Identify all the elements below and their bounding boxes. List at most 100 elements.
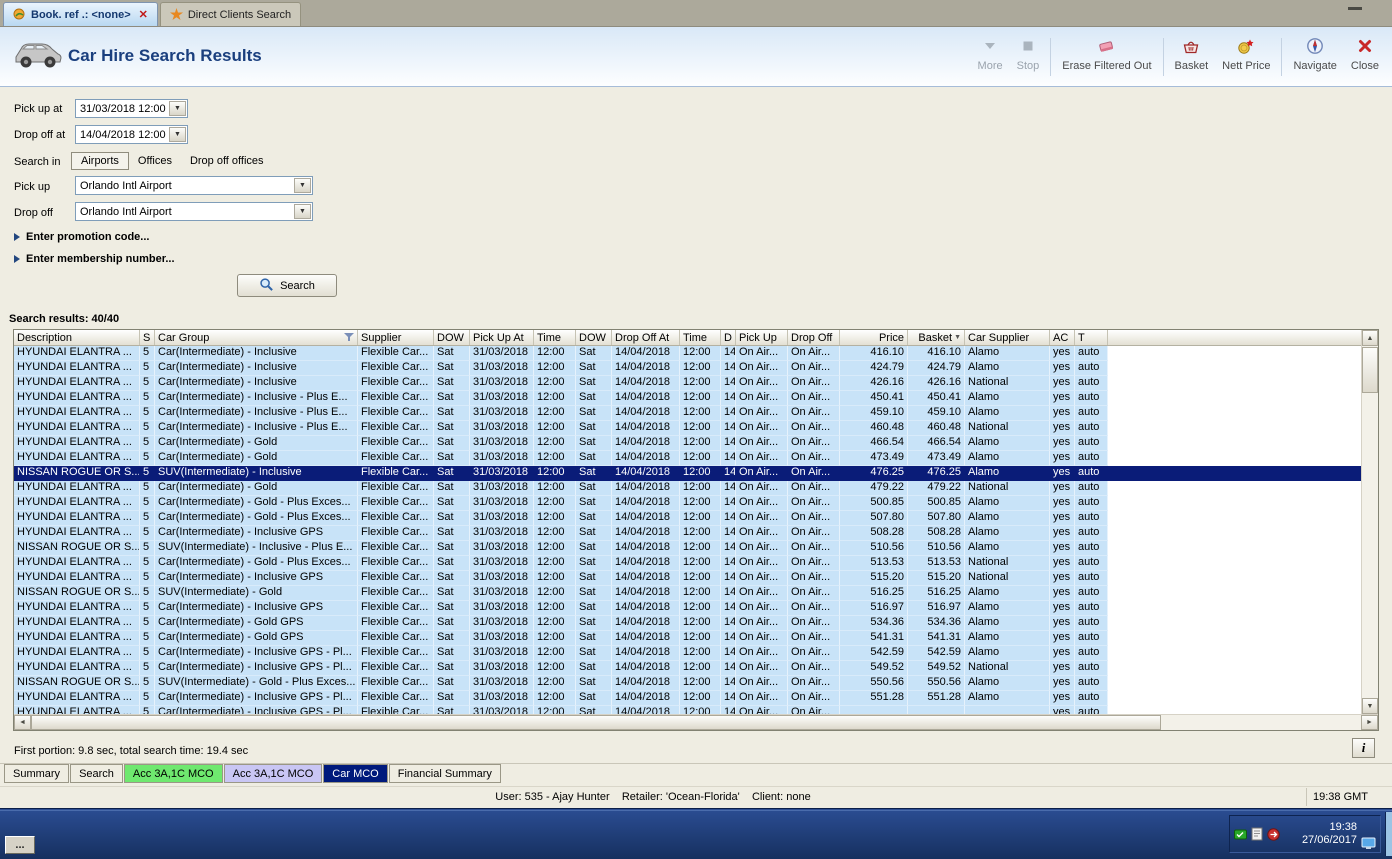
- result-row[interactable]: HYUNDAI ELANTRA ...5Car(Intermediate) - …: [14, 406, 1361, 421]
- cell: HYUNDAI ELANTRA ...: [14, 481, 140, 496]
- column-header[interactable]: D: [721, 330, 736, 345]
- column-header[interactable]: T: [1075, 330, 1108, 345]
- scroll-down-icon[interactable]: ▼: [1362, 698, 1378, 714]
- result-row[interactable]: HYUNDAI ELANTRA ...5Car(Intermediate) - …: [14, 556, 1361, 571]
- result-row[interactable]: NISSAN ROGUE OR S...5SUV(Intermediate) -…: [14, 586, 1361, 601]
- tab-airports[interactable]: Airports: [71, 152, 129, 170]
- column-header-label: S: [143, 332, 150, 344]
- chevron-down-icon[interactable]: ▼: [169, 127, 186, 142]
- result-row-selected[interactable]: NISSAN ROGUE OR S...5SUV(Intermediate) -…: [14, 466, 1361, 481]
- basket-button[interactable]: Basket: [1168, 30, 1216, 84]
- result-row[interactable]: HYUNDAI ELANTRA ...5Car(Intermediate) - …: [14, 421, 1361, 436]
- scroll-right-icon[interactable]: ►: [1361, 715, 1378, 730]
- tab-offices[interactable]: Offices: [129, 153, 181, 169]
- membership-number-expander[interactable]: Enter membership number...: [14, 253, 175, 265]
- column-header[interactable]: DOW: [576, 330, 612, 345]
- chevron-down-icon[interactable]: ▼: [294, 204, 311, 219]
- cell: 500.85: [840, 496, 908, 511]
- result-row[interactable]: HYUNDAI ELANTRA ...5Car(Intermediate) - …: [14, 646, 1361, 661]
- column-header[interactable]: Supplier: [358, 330, 434, 345]
- tray-red-icon[interactable]: [1267, 828, 1280, 841]
- cell: 5: [140, 691, 155, 706]
- column-header[interactable]: Drop Off At: [612, 330, 680, 345]
- column-header[interactable]: Description: [14, 330, 140, 345]
- tray-green-icon[interactable]: [1234, 828, 1247, 841]
- vertical-scrollbar[interactable]: ▲ ▼: [1361, 330, 1378, 714]
- column-header[interactable]: Time: [680, 330, 721, 345]
- tab-dropoff-offices[interactable]: Drop off offices: [181, 153, 273, 169]
- pickup-at-combobox[interactable]: 31/03/2018 12:00 ▼: [75, 99, 188, 118]
- result-row[interactable]: HYUNDAI ELANTRA ...5Car(Intermediate) - …: [14, 376, 1361, 391]
- info-button[interactable]: i: [1352, 738, 1375, 758]
- tray-display-icon[interactable]: [1361, 837, 1376, 850]
- cell: 473.49: [840, 451, 908, 466]
- column-header[interactable]: Basket▼: [908, 330, 965, 345]
- dropoff-at-combobox[interactable]: 14/04/2018 12:00 ▼: [75, 125, 188, 144]
- tab-direct-clients-search[interactable]: Direct Clients Search: [160, 2, 301, 26]
- result-row[interactable]: HYUNDAI ELANTRA ...5Car(Intermediate) - …: [14, 526, 1361, 541]
- result-row[interactable]: HYUNDAI ELANTRA ...5Car(Intermediate) - …: [14, 661, 1361, 676]
- result-row[interactable]: HYUNDAI ELANTRA ...5Car(Intermediate) - …: [14, 496, 1361, 511]
- taskbar-clock[interactable]: 19:38 27/06/2017: [1302, 821, 1357, 847]
- erase-filtered-out-button[interactable]: Erase Filtered Out: [1055, 30, 1158, 84]
- result-row[interactable]: HYUNDAI ELANTRA ...5Car(Intermediate) - …: [14, 481, 1361, 496]
- tray-document-icon[interactable]: [1251, 827, 1263, 841]
- column-header[interactable]: Car Group: [155, 330, 358, 345]
- close-tab-icon[interactable]: ✕: [139, 8, 148, 21]
- tab-booking-ref[interactable]: Book. ref .: <none> ✕: [3, 2, 158, 26]
- pickup-location-combobox[interactable]: Orlando Intl Airport ▼: [75, 176, 313, 195]
- sort-desc-icon[interactable]: ▼: [954, 334, 961, 341]
- chevron-down-icon[interactable]: ▼: [169, 101, 186, 116]
- result-row[interactable]: HYUNDAI ELANTRA ...5Car(Intermediate) - …: [14, 631, 1361, 646]
- column-header[interactable]: Pick Up: [736, 330, 788, 345]
- result-row[interactable]: HYUNDAI ELANTRA ...5Car(Intermediate) - …: [14, 601, 1361, 616]
- column-header[interactable]: Car Supplier: [965, 330, 1050, 345]
- scroll-up-icon[interactable]: ▲: [1362, 330, 1378, 346]
- close-button[interactable]: Close: [1344, 30, 1386, 84]
- cell: NISSAN ROGUE OR S...: [14, 466, 140, 481]
- column-header[interactable]: Price: [840, 330, 908, 345]
- result-row[interactable]: HYUNDAI ELANTRA ...5Car(Intermediate) - …: [14, 691, 1361, 706]
- chevron-down-icon[interactable]: ▼: [294, 178, 311, 193]
- bottom-tab-car-mco[interactable]: Car MCO: [323, 764, 387, 783]
- bottom-tab-acc-3a-1c-mco[interactable]: Acc 3A,1C MCO: [124, 764, 223, 783]
- result-row[interactable]: HYUNDAI ELANTRA ...5Car(Intermediate) - …: [14, 511, 1361, 526]
- promotion-code-expander[interactable]: Enter promotion code...: [14, 231, 149, 243]
- cell: 14: [721, 391, 736, 406]
- result-row[interactable]: HYUNDAI ELANTRA ...5Car(Intermediate) - …: [14, 616, 1361, 631]
- result-row[interactable]: HYUNDAI ELANTRA ...5Car(Intermediate) - …: [14, 706, 1361, 714]
- bottom-tab-acc-3a-1c-mco[interactable]: Acc 3A,1C MCO: [224, 764, 323, 783]
- bottom-tab-summary[interactable]: Summary: [4, 764, 69, 783]
- cell: yes: [1050, 376, 1075, 391]
- result-row[interactable]: HYUNDAI ELANTRA ...5Car(Intermediate) - …: [14, 361, 1361, 376]
- bottom-tab-search[interactable]: Search: [70, 764, 123, 783]
- result-row[interactable]: NISSAN ROGUE OR S...5SUV(Intermediate) -…: [14, 541, 1361, 556]
- taskbar-overflow-button[interactable]: ...: [5, 836, 35, 854]
- column-header[interactable]: AC: [1050, 330, 1075, 345]
- show-desktop-button[interactable]: [1385, 812, 1392, 856]
- horizontal-scroll-thumb[interactable]: [31, 715, 1161, 730]
- horizontal-scrollbar[interactable]: ◄ ►: [14, 714, 1378, 730]
- column-header[interactable]: Drop Off: [788, 330, 840, 345]
- vertical-scroll-thumb[interactable]: [1362, 347, 1378, 393]
- cell: HYUNDAI ELANTRA ...: [14, 526, 140, 541]
- search-button[interactable]: Search: [237, 274, 337, 297]
- column-header[interactable]: Pick Up At: [470, 330, 534, 345]
- bottom-tab-financial-summary[interactable]: Financial Summary: [389, 764, 501, 783]
- result-row[interactable]: HYUNDAI ELANTRA ...5Car(Intermediate) - …: [14, 571, 1361, 586]
- nett-price-button[interactable]: Nett Price: [1215, 30, 1277, 84]
- scroll-left-icon[interactable]: ◄: [14, 715, 31, 730]
- filter-icon[interactable]: [344, 333, 354, 342]
- column-header[interactable]: DOW: [434, 330, 470, 345]
- column-header[interactable]: Time: [534, 330, 576, 345]
- result-row[interactable]: HYUNDAI ELANTRA ...5Car(Intermediate) - …: [14, 451, 1361, 466]
- result-row[interactable]: HYUNDAI ELANTRA ...5Car(Intermediate) - …: [14, 346, 1361, 361]
- result-row[interactable]: NISSAN ROGUE OR S...5SUV(Intermediate) -…: [14, 676, 1361, 691]
- column-header[interactable]: S: [140, 330, 155, 345]
- result-row[interactable]: HYUNDAI ELANTRA ...5Car(Intermediate) - …: [14, 391, 1361, 406]
- dropoff-location-combobox[interactable]: Orlando Intl Airport ▼: [75, 202, 313, 221]
- result-row[interactable]: HYUNDAI ELANTRA ...5Car(Intermediate) - …: [14, 436, 1361, 451]
- cell: Flexible Car...: [358, 511, 434, 526]
- navigate-button[interactable]: Navigate: [1286, 30, 1343, 84]
- minimize-icon[interactable]: [1348, 7, 1362, 10]
